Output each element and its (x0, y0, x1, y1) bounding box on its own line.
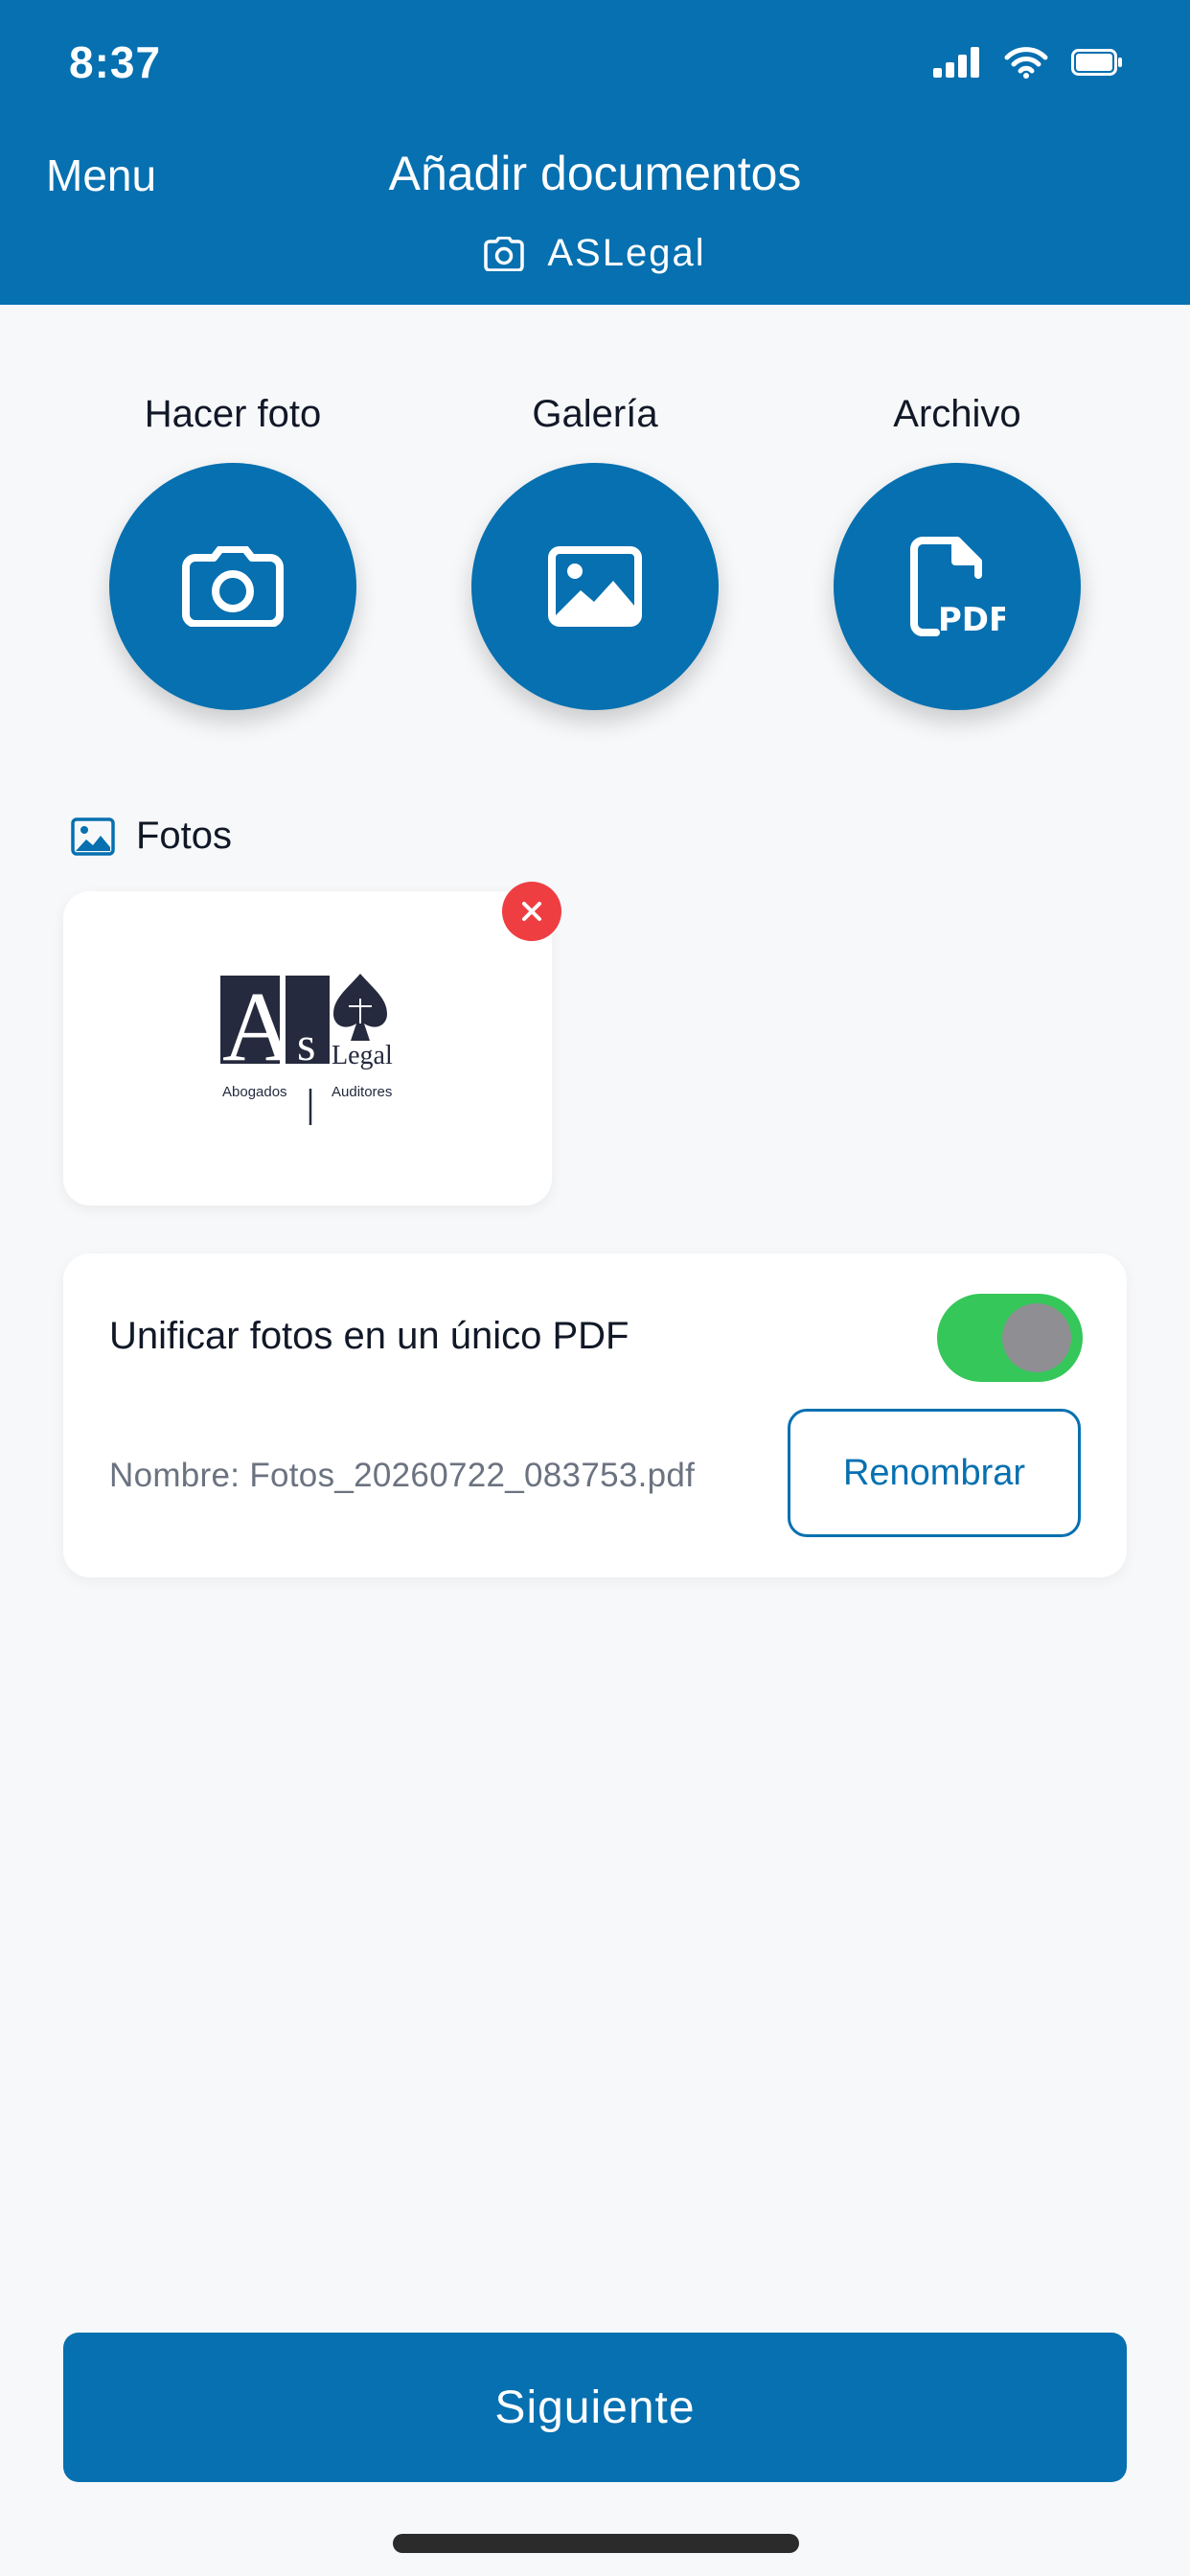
gallery-action: Galería (470, 393, 720, 710)
home-indicator (393, 2534, 799, 2553)
photos-section-label: Fotos (136, 815, 233, 857)
page-title: Añadir documentos (388, 147, 802, 200)
remove-photo-button[interactable] (502, 882, 561, 941)
logo-letter-s: s (297, 1017, 315, 1070)
logo-word-legal: Legal (332, 1041, 393, 1070)
gallery-button[interactable] (471, 463, 719, 710)
pdf-icon-text: PDF (938, 601, 1005, 636)
pdf-file-icon: PDF (910, 537, 1005, 636)
aslegal-logo: A s Legal Abogados Auditores (220, 972, 393, 1125)
take-photo-label: Hacer foto (144, 393, 322, 435)
close-icon (522, 902, 541, 921)
next-button[interactable]: Siguiente (63, 2333, 1127, 2482)
gallery-label: Galería (532, 393, 658, 435)
photos-section-title: Fotos (71, 815, 232, 858)
take-photo-action: Hacer foto (108, 393, 357, 710)
unify-photos-label: Unificar fotos en un único PDF (109, 1315, 629, 1357)
file-button[interactable]: PDF (834, 463, 1081, 710)
toggle-knob (1002, 1303, 1071, 1372)
file-label: Archivo (893, 393, 1021, 435)
photo-thumbnail-card[interactable]: A s Legal Abogados Auditores (63, 891, 552, 1206)
battery-icon (1071, 49, 1122, 76)
image-icon (71, 816, 115, 856)
file-action: Archivo PDF (833, 393, 1082, 710)
rename-button[interactable]: Renombrar (788, 1409, 1081, 1537)
image-icon (548, 546, 642, 627)
app-header: 8:37 Menu Añadir documentos ASLegal (0, 0, 1190, 305)
logo-caption-left: Abogados (222, 1084, 287, 1100)
subtitle-text: ASLegal (547, 232, 706, 274)
pdf-filename: Nombre: Fotos_20260722_083753.pdf (109, 1457, 696, 1494)
logo-letter-a: A (222, 972, 294, 1082)
unify-photos-toggle[interactable] (937, 1294, 1083, 1382)
status-icons (933, 46, 1123, 79)
signal-icon (933, 47, 979, 78)
unify-settings-card: Unificar fotos en un único PDF Nombre: F… (63, 1254, 1127, 1577)
wifi-icon (1004, 47, 1048, 79)
status-time: 8:37 (69, 37, 162, 87)
page-subtitle: ASLegal (0, 232, 1190, 275)
take-photo-button[interactable] (109, 463, 356, 710)
camera-icon (182, 546, 284, 627)
camera-icon (484, 236, 525, 271)
logo-caption-right: Auditores (332, 1084, 392, 1100)
